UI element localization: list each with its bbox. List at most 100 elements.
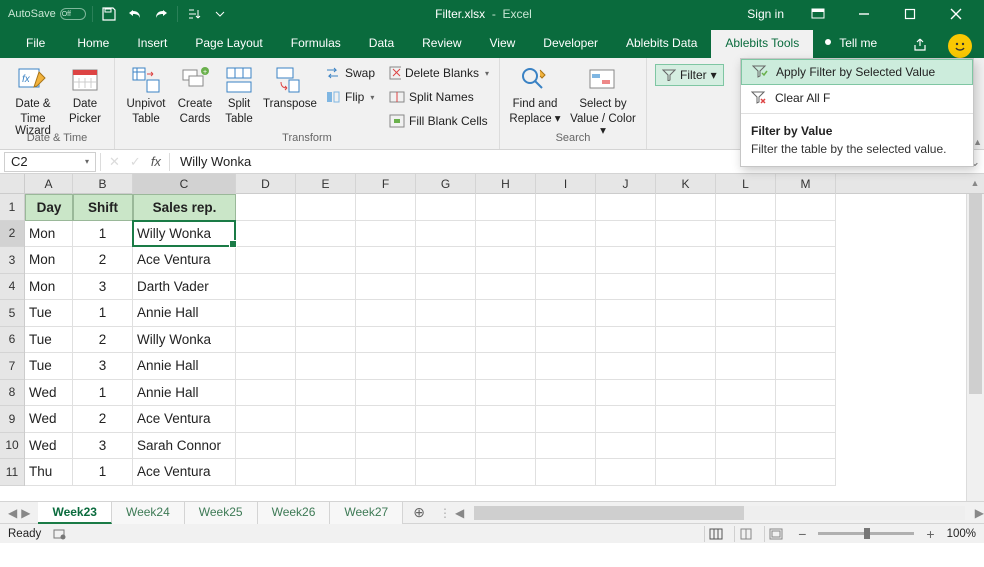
name-box[interactable]: C2▾	[4, 152, 96, 172]
date-picker-button[interactable]: Date Picker	[62, 60, 108, 125]
tab-page-layout[interactable]: Page Layout	[181, 30, 276, 58]
cell[interactable]	[296, 247, 356, 274]
tab-file[interactable]: File	[8, 30, 63, 58]
cell[interactable]: Annie Hall	[133, 300, 236, 327]
tab-ablebits-tools[interactable]: Ablebits Tools	[711, 30, 813, 58]
cell[interactable]	[776, 274, 836, 301]
cell[interactable]	[476, 194, 536, 221]
cell[interactable]	[416, 327, 476, 354]
sheet-tab[interactable]: Week23	[38, 502, 111, 524]
tab-ablebits-data[interactable]: Ablebits Data	[612, 30, 711, 58]
column-header[interactable]: D	[236, 174, 296, 194]
cell[interactable]	[596, 353, 656, 380]
collapse-ribbon-icon[interactable]: ▲	[973, 137, 982, 147]
row-header[interactable]: 3	[0, 247, 24, 274]
row-header[interactable]: 11	[0, 459, 24, 486]
column-header[interactable]: B	[73, 174, 133, 194]
column-header[interactable]: J	[596, 174, 656, 194]
cell[interactable]: 2	[73, 406, 133, 433]
cell[interactable]	[536, 274, 596, 301]
vertical-scrollbar[interactable]	[966, 194, 984, 501]
cell[interactable]	[656, 433, 716, 460]
ribbon-display-icon[interactable]	[796, 0, 840, 28]
fill-blank-cells-button[interactable]: Fill Blank Cells	[385, 110, 493, 132]
table-header-cell[interactable]: Day	[25, 194, 73, 221]
zoom-out-icon[interactable]: −	[794, 526, 810, 542]
cell[interactable]: Wed	[25, 380, 73, 407]
cell[interactable]: Willy Wonka	[133, 221, 236, 248]
cell[interactable]: Sarah Connor	[133, 433, 236, 460]
cell[interactable]	[716, 459, 776, 486]
share-icon[interactable]	[904, 32, 940, 58]
cell[interactable]: 1	[73, 380, 133, 407]
column-header[interactable]: L	[716, 174, 776, 194]
cell[interactable]	[656, 300, 716, 327]
cell[interactable]: Ace Ventura	[133, 406, 236, 433]
cell[interactable]	[416, 274, 476, 301]
horizontal-scrollbar[interactable]	[474, 506, 965, 520]
cell[interactable]	[776, 300, 836, 327]
delete-blanks-button[interactable]: Delete Blanks▾	[385, 62, 493, 84]
row-header[interactable]: 7	[0, 353, 24, 380]
cell[interactable]	[476, 406, 536, 433]
cell[interactable]	[236, 327, 296, 354]
cell[interactable]	[476, 247, 536, 274]
column-header[interactable]: K	[656, 174, 716, 194]
cell[interactable]	[236, 459, 296, 486]
cell[interactable]	[536, 221, 596, 248]
cell[interactable]	[356, 247, 416, 274]
cell[interactable]: Thu	[25, 459, 73, 486]
cell[interactable]	[356, 406, 416, 433]
cell[interactable]	[656, 327, 716, 354]
cell[interactable]	[656, 406, 716, 433]
find-replace-button[interactable]: Find and Replace ▾	[506, 60, 564, 125]
cell[interactable]: 3	[73, 274, 133, 301]
cell[interactable]: Wed	[25, 433, 73, 460]
column-header[interactable]: I	[536, 174, 596, 194]
row-header[interactable]: 6	[0, 327, 24, 354]
cell[interactable]	[596, 433, 656, 460]
cell[interactable]: Darth Vader	[133, 274, 236, 301]
column-header[interactable]: F	[356, 174, 416, 194]
transpose-button[interactable]: Transpose	[261, 60, 319, 111]
cell[interactable]: Annie Hall	[133, 353, 236, 380]
maximize-icon[interactable]	[888, 0, 932, 28]
select-by-button[interactable]: Select by Value / Color ▾	[566, 60, 640, 138]
cell[interactable]	[656, 194, 716, 221]
sheet-tab[interactable]: Week24	[112, 502, 185, 524]
cell[interactable]	[596, 247, 656, 274]
cell[interactable]	[236, 380, 296, 407]
cell[interactable]	[236, 406, 296, 433]
table-header-cell[interactable]: Sales rep.	[133, 194, 236, 221]
cell[interactable]	[416, 300, 476, 327]
row-header[interactable]: 10	[0, 433, 24, 460]
cell[interactable]	[356, 353, 416, 380]
column-header[interactable]: C	[133, 174, 236, 194]
cell[interactable]: Mon	[25, 274, 73, 301]
cell[interactable]: 1	[73, 459, 133, 486]
unpivot-table-button[interactable]: Unpivot Table	[121, 60, 171, 125]
cell[interactable]	[536, 247, 596, 274]
minimize-icon[interactable]	[842, 0, 886, 28]
clear-filters-menuitem[interactable]: Clear All F	[741, 85, 973, 111]
zoom-in-icon[interactable]: +	[922, 526, 938, 542]
cell[interactable]	[536, 327, 596, 354]
cell[interactable]	[476, 459, 536, 486]
close-icon[interactable]	[934, 0, 978, 28]
tab-developer[interactable]: Developer	[529, 30, 612, 58]
row-header[interactable]: 4	[0, 274, 24, 301]
table-header-cell[interactable]: Shift	[73, 194, 133, 221]
column-header[interactable]: H	[476, 174, 536, 194]
cell[interactable]	[296, 380, 356, 407]
cell[interactable]: Tue	[25, 327, 73, 354]
column-header[interactable]: A	[25, 174, 73, 194]
cell[interactable]	[356, 459, 416, 486]
select-all-corner[interactable]	[0, 174, 25, 194]
cell[interactable]	[296, 194, 356, 221]
cell[interactable]	[416, 406, 476, 433]
spreadsheet-grid[interactable]: ABCDEFGHIJKLM 1234567891011 DayShiftSale…	[0, 174, 984, 501]
cell[interactable]	[296, 459, 356, 486]
macro-record-icon[interactable]	[53, 528, 67, 540]
cell[interactable]	[596, 459, 656, 486]
cell[interactable]: Tue	[25, 300, 73, 327]
